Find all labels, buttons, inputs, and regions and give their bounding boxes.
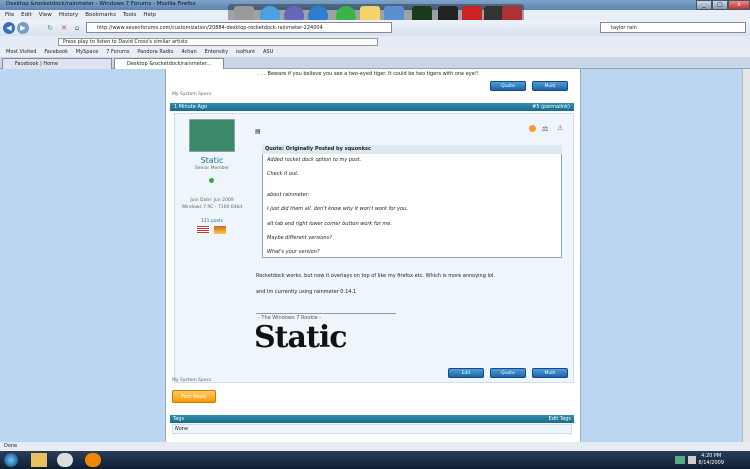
report-icon[interactable]: ⚠: [557, 124, 563, 132]
bookmark-7forums[interactable]: 7 Forums: [106, 47, 129, 57]
bookmark-4chan[interactable]: 4chan: [181, 47, 196, 57]
tab-desktop-rocketdock[interactable]: Desktop &rocketdock/rainmeter...: [114, 58, 224, 69]
media-player-icon[interactable]: [57, 453, 73, 467]
quote-header: Quote: Originally Posted by squonksc: [262, 145, 562, 154]
home-icon[interactable]: ⌂: [71, 22, 83, 34]
menu-bookmarks[interactable]: Bookmarks: [85, 10, 116, 20]
forward-icon[interactable]: ▶: [17, 22, 29, 34]
post-count[interactable]: 111 posts: [174, 219, 250, 224]
us-flag-icon: [197, 226, 209, 234]
bookmark-most-visited[interactable]: Most Visited: [6, 47, 36, 57]
avatar[interactable]: [189, 119, 235, 152]
clock-date: 8/14/2009: [698, 460, 724, 466]
menu-edit[interactable]: Edit: [21, 10, 32, 20]
user-os: Windows 7 RC - 7100 64bit: [181, 205, 243, 210]
edit-tags-link[interactable]: Edit Tags: [549, 415, 571, 423]
taskbar: [0, 451, 750, 469]
tab-facebook[interactable]: Facebook | Home: [2, 58, 112, 69]
bookmark-myspace[interactable]: MySpace: [76, 47, 99, 57]
arizona-flag-icon: [214, 226, 226, 234]
volume-icon[interactable]: [688, 456, 696, 464]
menu-help[interactable]: Help: [143, 10, 156, 20]
bookmark-asu[interactable]: ASU: [263, 47, 273, 57]
search-input[interactable]: taylor rain: [600, 22, 746, 33]
scale-icon[interactable]: ⚖: [542, 125, 548, 133]
post-text: Rocketdock works. but now it overlays on…: [256, 273, 495, 279]
firefox-icon[interactable]: [85, 453, 101, 467]
quote-button[interactable]: Quote: [490, 368, 526, 378]
bookmarks-toolbar: Most Visited Facebook MySpace 7 Forums P…: [0, 47, 750, 57]
multi-button[interactable]: Multi: [532, 368, 568, 378]
scrollbar[interactable]: [742, 69, 750, 442]
tags-value: None: [172, 424, 572, 434]
address-bar[interactable]: http://www.sevenforums.com/customization…: [86, 22, 392, 33]
reputation-icon[interactable]: [529, 125, 536, 132]
permalink[interactable]: #5 (permalink): [532, 103, 570, 111]
start-button[interactable]: [4, 453, 18, 467]
post-text: and Im currently using rainmeter 0.14.1: [256, 289, 357, 295]
menu-file[interactable]: File: [5, 10, 14, 20]
prev-post-text: . . . Beware if you believe you see a tw…: [258, 71, 479, 77]
quote-line: Check it out.: [267, 171, 299, 177]
minimize-button[interactable]: _: [696, 0, 712, 10]
bookmark-pandora[interactable]: Pandora Radio: [137, 47, 173, 57]
reload-icon[interactable]: ↻: [44, 22, 56, 34]
post-time: 1 Minute Ago: [174, 104, 208, 110]
signature-divider: [256, 313, 396, 314]
quote-line: Maybe different versions?: [267, 235, 332, 241]
bookmark-entensity[interactable]: Entensity: [205, 47, 228, 57]
taskbar-clock[interactable]: 4:20 PM 8/14/2009: [698, 453, 724, 467]
prev-multi-button[interactable]: Multi: [532, 81, 568, 91]
quote-line: What's your version?: [267, 249, 320, 255]
stop-icon[interactable]: ✕: [58, 22, 70, 34]
quote-line: about rainmeter:: [267, 192, 310, 198]
post-header: 1 Minute Ago #5 (permalink): [170, 103, 574, 111]
menu-history[interactable]: History: [59, 10, 79, 20]
online-status-icon: [209, 178, 214, 183]
close-button[interactable]: x: [728, 0, 750, 10]
quote-line: Added rocket dock option to my post.: [267, 157, 362, 163]
join-date: Join Date: Jun 2009: [190, 198, 234, 203]
quote-line: I just did them all. don't know why it w…: [267, 206, 408, 212]
maximize-button[interactable]: □: [712, 0, 728, 10]
username[interactable]: Static: [174, 156, 250, 165]
edit-button[interactable]: Edit: [448, 368, 484, 378]
user-rank: Senior Member: [194, 166, 230, 171]
window-title: Desktop &rocketdock/rainmeter - Windows …: [6, 1, 196, 7]
tray-icon[interactable]: [675, 456, 685, 464]
prev-system-specs[interactable]: My System Specs: [172, 92, 212, 97]
system-specs[interactable]: My System Specs: [172, 378, 212, 383]
tags-label: Tags: [173, 416, 185, 422]
tab-strip: Facebook | Home Desktop &rocketdock/rain…: [0, 57, 750, 69]
post-icon: ▤: [255, 128, 261, 135]
clock-time: 4:20 PM: [701, 453, 722, 459]
signature-name: Static: [254, 320, 347, 355]
post-reply-button[interactable]: Post Reply: [172, 390, 216, 403]
prev-quote-button[interactable]: Quote: [490, 81, 526, 91]
back-icon[interactable]: ◀: [3, 22, 15, 34]
window-controls: _ □ x: [696, 0, 750, 10]
menu-view[interactable]: View: [39, 10, 52, 20]
explorer-icon[interactable]: [31, 453, 47, 467]
quote-line: alt tab and right lower corner button wo…: [267, 221, 392, 227]
bookmark-isohunt[interactable]: isoHunt: [236, 47, 255, 57]
tags-header: Tags Edit Tags: [170, 415, 574, 423]
play-input[interactable]: Press play to listen to David Cross's si…: [58, 38, 378, 46]
menu-tools[interactable]: Tools: [123, 10, 137, 20]
status-bar: Done: [0, 442, 750, 451]
bookmark-facebook[interactable]: Facebook: [44, 47, 68, 57]
